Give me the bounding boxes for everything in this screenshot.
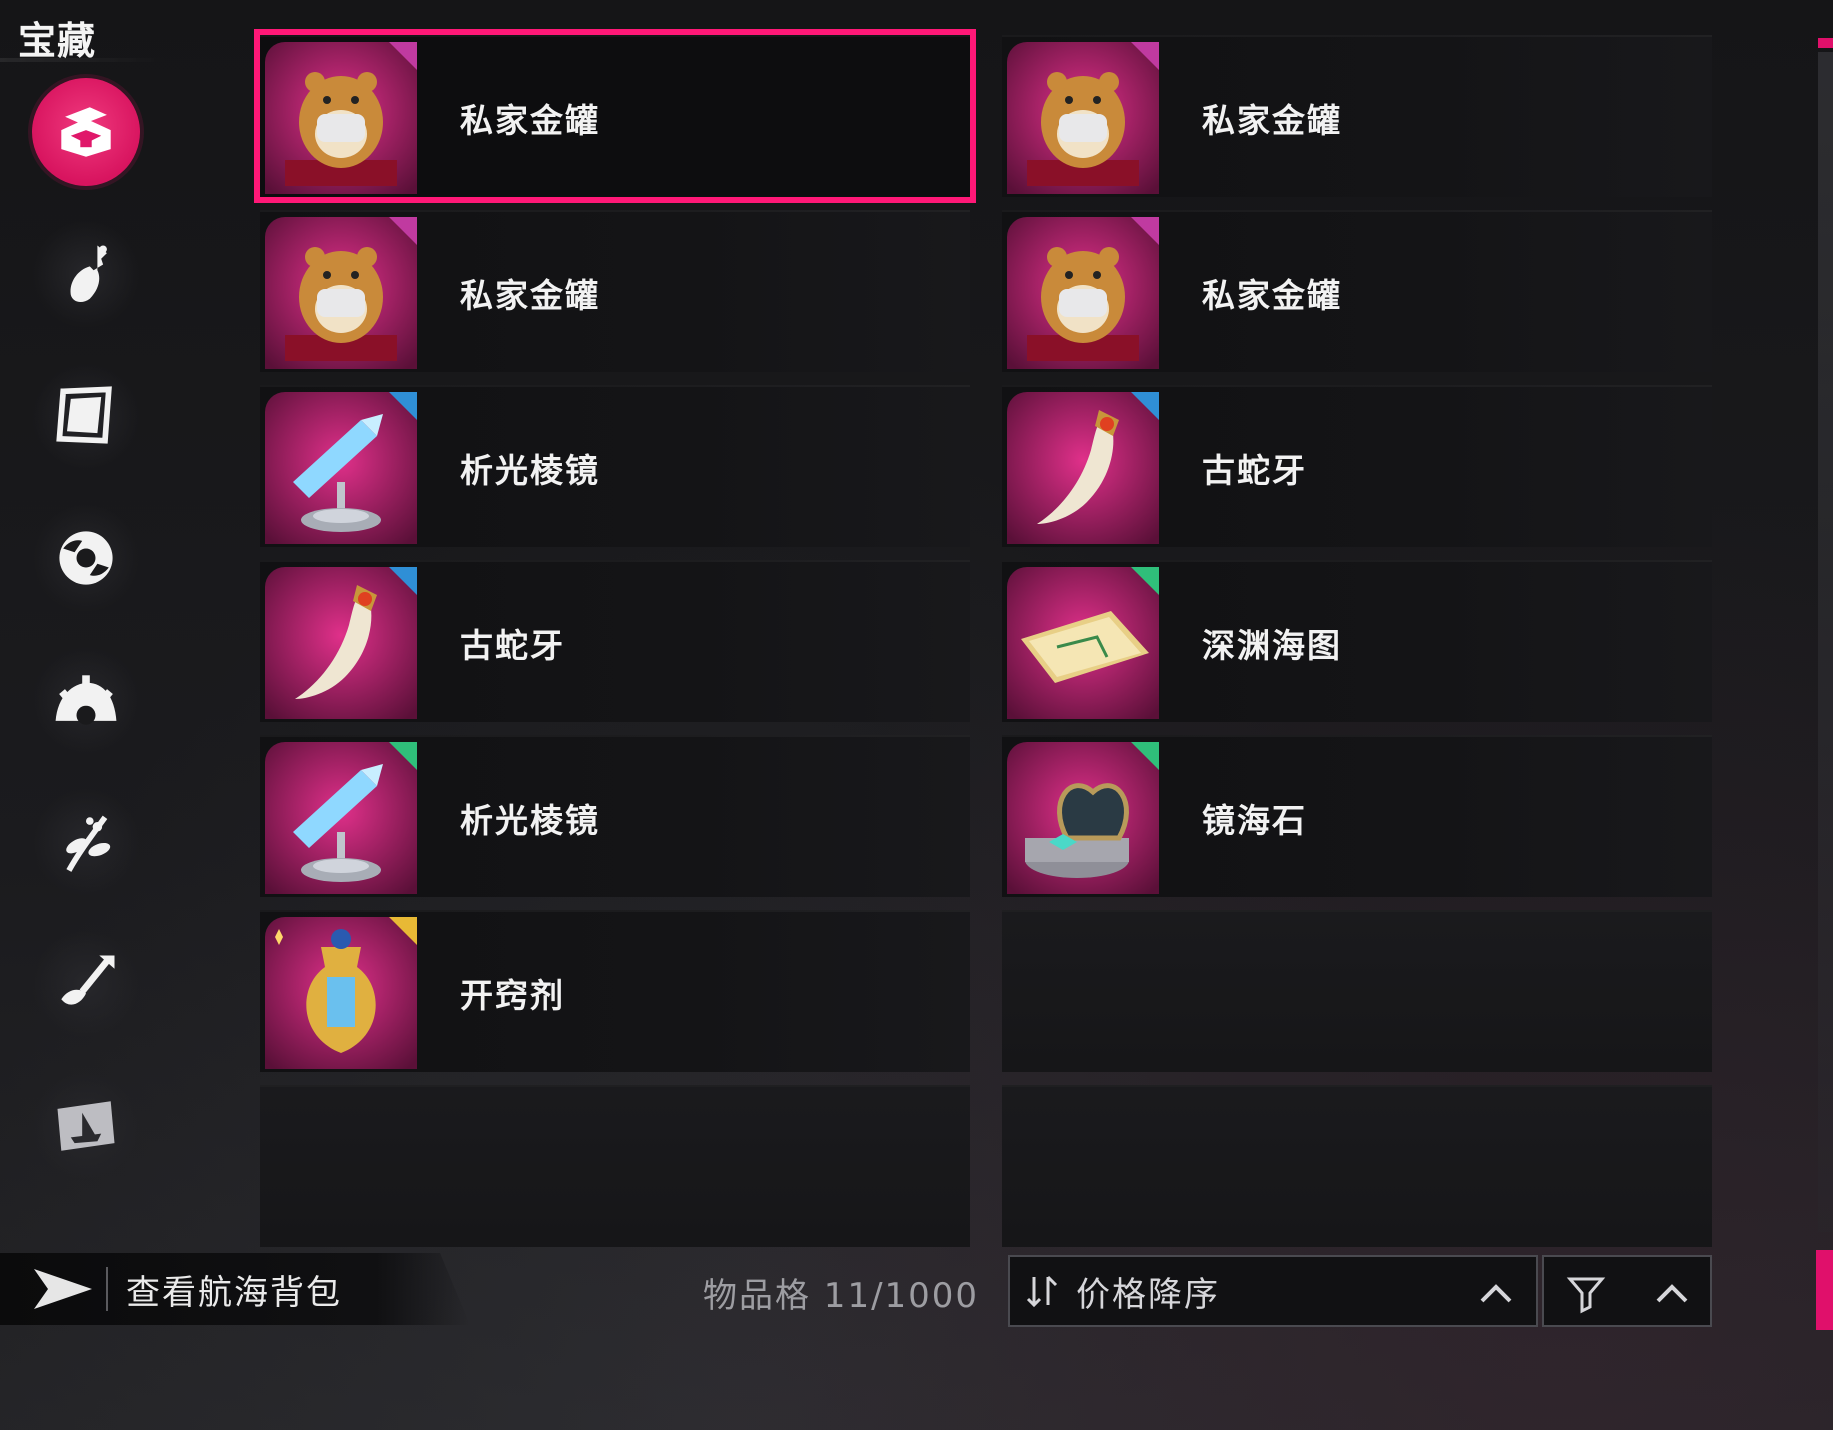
item-name: 深渊海图 — [1202, 626, 1342, 665]
page-title: 宝藏 — [18, 19, 97, 63]
filter-icon — [1566, 1277, 1606, 1314]
serpent-fang-icon — [1007, 392, 1159, 544]
item-name: 镜海石 — [1202, 801, 1307, 840]
chevron-up-icon — [1656, 1284, 1688, 1303]
hamster-pot-icon — [1007, 217, 1159, 369]
sort-label: 价格降序 — [1076, 1274, 1220, 1315]
hamster-pot-icon — [265, 42, 417, 194]
item-name: 私家金罐 — [460, 276, 600, 315]
gear-icon — [59, 531, 113, 585]
item-slot[interactable]: 深渊海图 — [1002, 560, 1712, 722]
sail-map-icon — [57, 1101, 115, 1151]
sort-icon — [1026, 1275, 1058, 1308]
item-name: 私家金罐 — [460, 101, 600, 140]
title-underline — [0, 58, 168, 62]
hamster-pot-icon — [265, 217, 417, 369]
empty-slot — [260, 1085, 970, 1247]
card-frame-icon — [56, 386, 112, 444]
plant-sprig-icon — [66, 815, 111, 872]
inventory-capacity: 物品格 11/1000 — [703, 1276, 980, 1316]
category-plant[interactable] — [32, 788, 140, 896]
sea-chart-icon — [1007, 567, 1159, 719]
category-bottle[interactable] — [32, 220, 140, 328]
category-treasure[interactable] — [32, 78, 140, 186]
jewel-box-icon — [1007, 742, 1159, 894]
chevron-up-icon — [1480, 1284, 1512, 1303]
scroll-indicator-bottom — [1816, 1250, 1833, 1330]
item-name: 古蛇牙 — [1202, 451, 1307, 490]
item-slot[interactable]: 析光棱镜 — [260, 735, 970, 897]
item-slot[interactable]: 私家金罐 — [254, 29, 976, 203]
category-machine[interactable] — [32, 646, 140, 754]
item-slot[interactable]: 镜海石 — [1002, 735, 1712, 897]
item-slot[interactable]: 析光棱镜 — [260, 385, 970, 547]
item-slot[interactable]: 私家金罐 — [1002, 210, 1712, 372]
separator — [106, 1267, 108, 1311]
filter-button[interactable] — [1542, 1255, 1712, 1327]
item-slot[interactable]: 古蛇牙 — [1002, 385, 1712, 547]
item-slot[interactable]: 开窍剂 — [260, 910, 970, 1072]
item-name: 私家金罐 — [1202, 101, 1342, 140]
serpent-fang-icon — [265, 567, 417, 719]
crystal-prism-icon — [265, 392, 417, 544]
item-slot[interactable]: 私家金罐 — [1002, 35, 1712, 197]
hamster-pot-icon — [1007, 42, 1159, 194]
scrollbar-track[interactable] — [1818, 52, 1833, 1232]
category-shovel[interactable] — [32, 930, 140, 1038]
view-voyage-bag-button[interactable]: 查看航海背包 — [0, 1253, 470, 1325]
arrow-right-icon — [34, 1269, 92, 1309]
bottle-icon — [70, 245, 107, 303]
empty-slot — [1002, 910, 1712, 1072]
category-card[interactable] — [32, 362, 140, 470]
scroll-indicator-top — [1818, 38, 1833, 48]
view-voyage-bag-label: 查看航海背包 — [126, 1272, 342, 1313]
item-name: 私家金罐 — [1202, 276, 1342, 315]
item-slot[interactable]: 私家金罐 — [260, 210, 970, 372]
half-gear-icon — [55, 675, 117, 725]
item-name: 析光棱镜 — [460, 451, 600, 490]
item-name: 开窍剂 — [460, 976, 565, 1015]
treasure-chest-icon — [61, 107, 111, 157]
golden-flask-icon — [265, 917, 417, 1069]
item-slot[interactable]: 古蛇牙 — [260, 560, 970, 722]
category-voyage[interactable] — [32, 1072, 140, 1180]
item-name: 古蛇牙 — [460, 626, 565, 665]
shovel-icon — [61, 955, 115, 1005]
crystal-prism-icon — [265, 742, 417, 894]
sort-dropdown[interactable]: 价格降序 — [1008, 1255, 1538, 1327]
item-name: 析光棱镜 — [460, 801, 600, 840]
empty-slot — [1002, 1085, 1712, 1247]
category-gear[interactable] — [32, 504, 140, 612]
